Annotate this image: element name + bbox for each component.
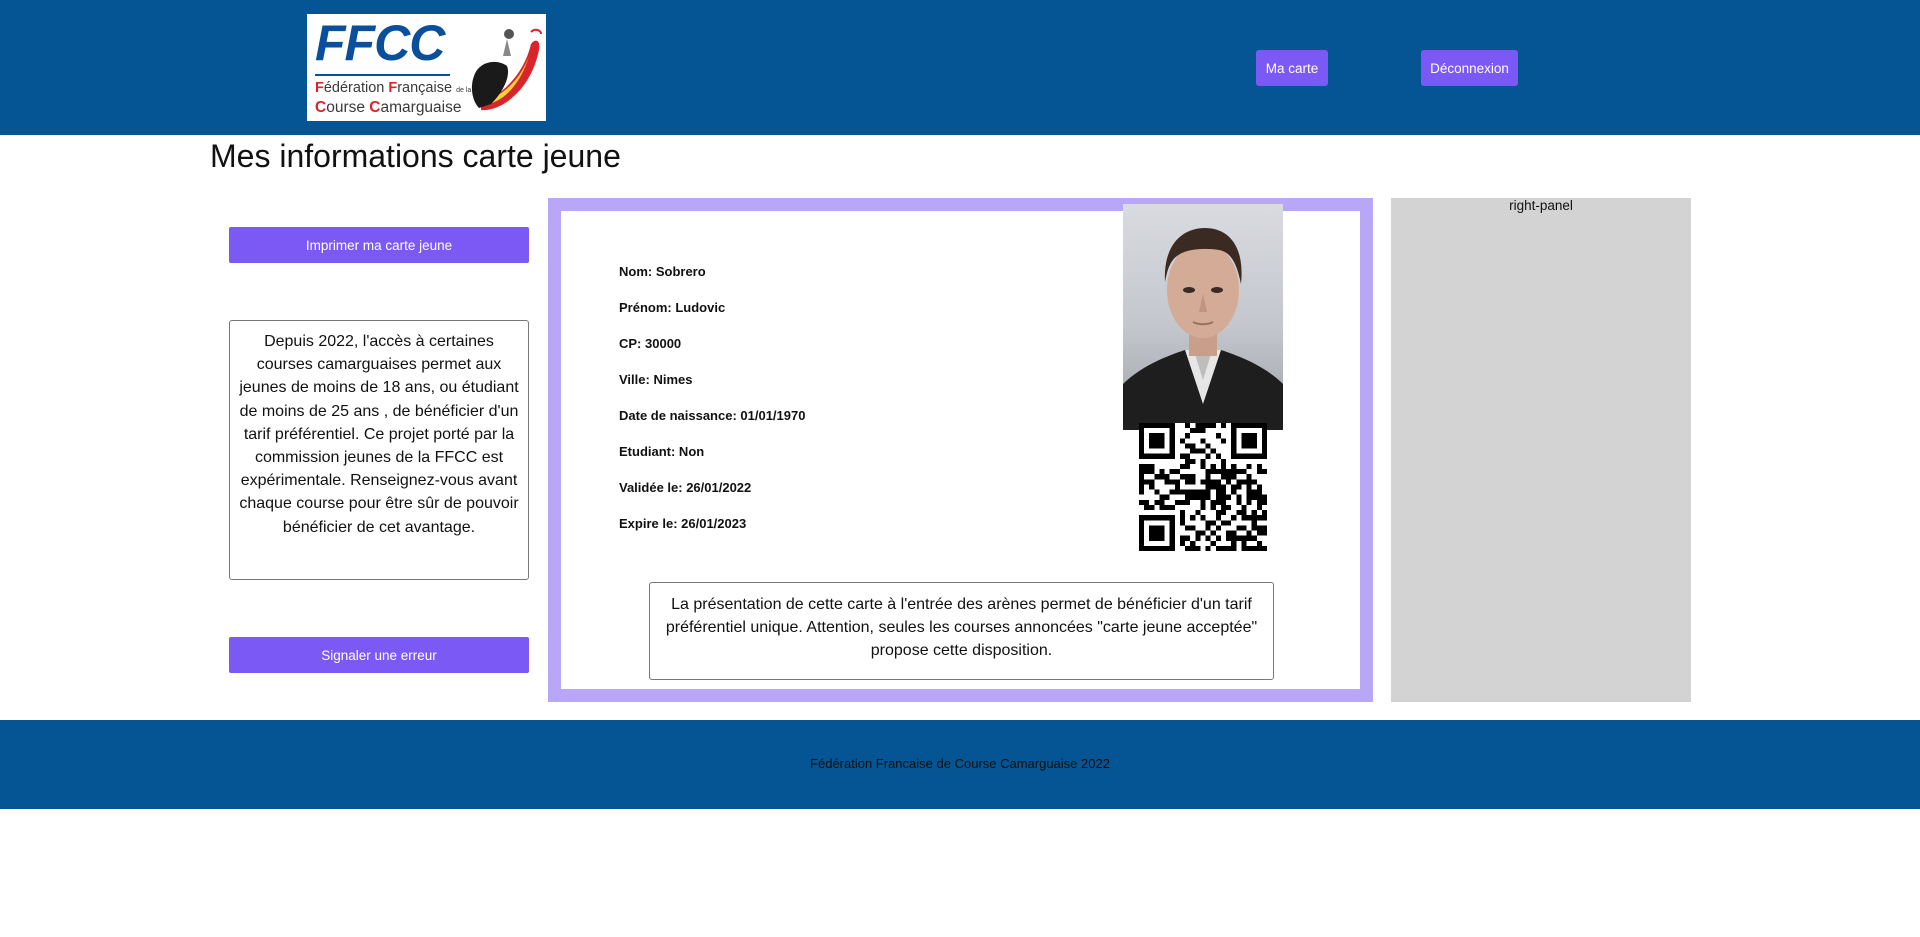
ffcc-logo[interactable]: FFCC Fédération Française de la Course C… [307,14,546,121]
site-footer: Fédération Francaise de Course Camarguai… [0,720,1920,809]
youth-card: Nom: Sobrero Prénom: Ludovic CP: 30000 V… [561,204,1360,689]
my-card-button[interactable]: Ma carte [1256,50,1328,86]
report-error-button[interactable]: Signaler une erreur [229,637,529,673]
card-field-student: Etudiant: Non [619,444,705,459]
right-panel: right-panel [1391,198,1691,702]
youth-card-frame: Nom: Sobrero Prénom: Ludovic CP: 30000 V… [548,198,1373,702]
card-field-postcode: CP: 30000 [619,336,682,351]
logo-wordmark: FFCC [315,15,445,71]
logo-rule [315,74,450,76]
card-field-validated: Validée le: 26/01/2022 [619,480,752,495]
footer-copyright: Fédération Francaise de Course Camarguai… [810,756,1110,771]
print-card-button[interactable]: Imprimer ma carte jeune [229,227,529,263]
logout-button[interactable]: Déconnexion [1421,50,1518,86]
card-field-city: Ville: Nimes [619,372,693,387]
logo-line-federation: Fédération Française de la [315,80,472,96]
card-field-birthdate: Date de naissance: 01/01/1970 [619,408,806,423]
portrait-photo [1123,204,1283,430]
card-notice: La présentation de cette carte à l'entré… [649,582,1274,680]
info-text-box: Depuis 2022, l'accès à certaines courses… [229,320,529,580]
card-field-expires: Expire le: 26/01/2023 [619,516,747,531]
right-panel-label: right-panel [1509,198,1573,213]
portrait-photo-icon [1123,228,1283,430]
logo-line-course: Course Camarguaise [315,99,462,116]
page-title: Mes informations carte jeune [210,138,621,174]
card-field-firstname: Prénom: Ludovic [619,300,726,315]
bull-emblem-icon [471,28,542,111]
site-header: FFCC Fédération Française de la Course C… [0,0,1920,135]
card-field-lastname: Nom: Sobrero [619,264,706,279]
qr-code-icon [1139,423,1267,551]
